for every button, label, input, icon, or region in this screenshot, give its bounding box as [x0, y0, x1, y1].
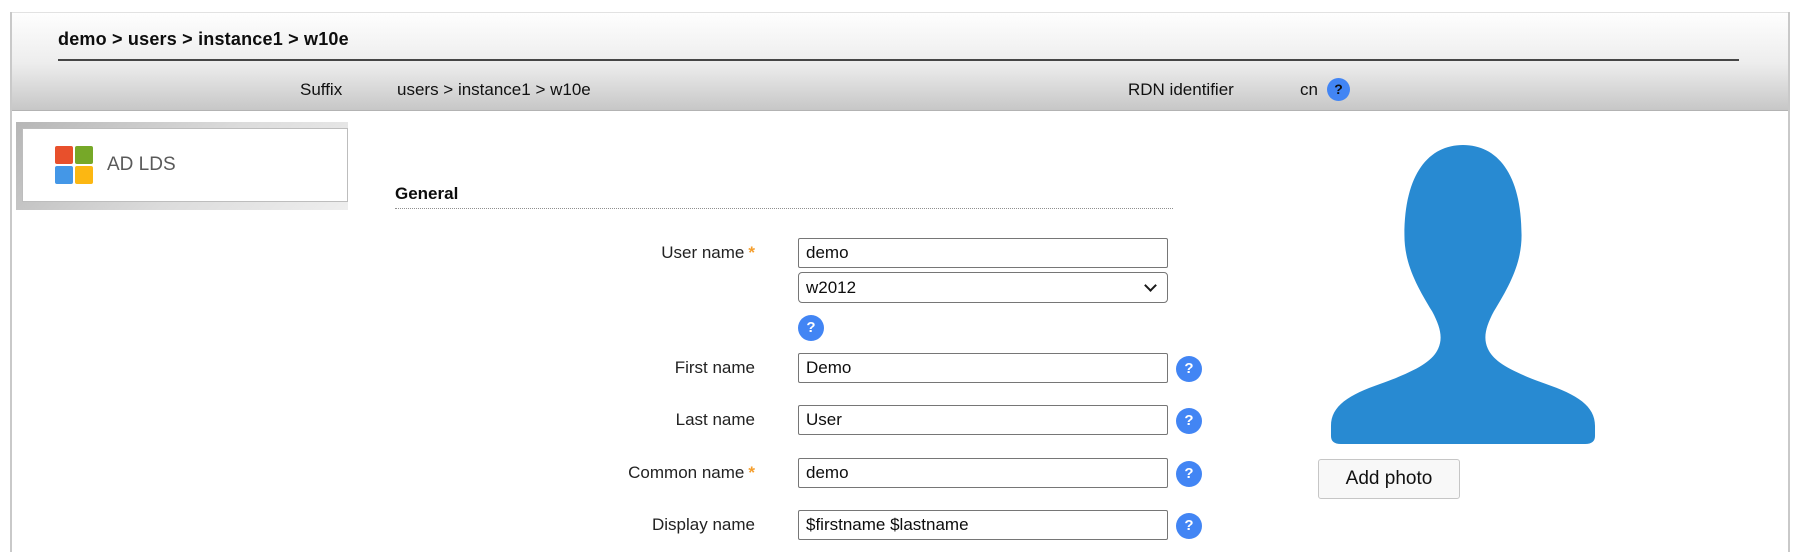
- user-name-input[interactable]: [798, 238, 1168, 268]
- header: demo > users > instance1 > w10e Suffix u…: [12, 12, 1788, 111]
- required-marker: *: [748, 243, 755, 262]
- last-name-label: Last name: [395, 405, 755, 435]
- header-meta-row: Suffix users > instance1 > w10e RDN iden…: [12, 77, 1788, 107]
- breadcrumb: demo > users > instance1 > w10e: [58, 29, 349, 50]
- required-marker: *: [748, 463, 755, 482]
- last-name-input[interactable]: [798, 405, 1168, 435]
- user-name-help-icon[interactable]: ?: [798, 315, 824, 341]
- user-name-label: User name*: [395, 238, 755, 268]
- first-name-help-icon[interactable]: ?: [1176, 356, 1202, 382]
- page: demo > users > instance1 > w10e Suffix u…: [0, 0, 1800, 552]
- header-divider: [58, 59, 1739, 61]
- common-name-label: Common name*: [395, 458, 755, 488]
- content-frame: demo > users > instance1 > w10e Suffix u…: [10, 12, 1790, 552]
- tab-ad-lds[interactable]: AD LDS: [22, 128, 348, 202]
- display-name-input[interactable]: [798, 510, 1168, 540]
- suffix-value: users > instance1 > w10e: [397, 77, 591, 103]
- sidebar: AD LDS: [16, 122, 348, 210]
- display-name-help-icon[interactable]: ?: [1176, 513, 1202, 539]
- rdn-help-icon[interactable]: ?: [1327, 78, 1350, 101]
- display-name-label: Display name: [395, 510, 755, 540]
- username-suffix-select[interactable]: w2012: [798, 272, 1168, 303]
- tab-label: AD LDS: [107, 154, 176, 176]
- common-name-help-icon[interactable]: ?: [1176, 461, 1202, 487]
- rdn-identifier-value: cn: [1300, 77, 1318, 103]
- section-divider: [395, 208, 1173, 209]
- first-name-input[interactable]: [798, 353, 1168, 383]
- rdn-identifier-label: RDN identifier: [1128, 77, 1234, 103]
- username-suffix-select-control[interactable]: w2012: [798, 272, 1168, 303]
- add-photo-button[interactable]: Add photo: [1318, 459, 1460, 499]
- common-name-input[interactable]: [798, 458, 1168, 488]
- microsoft-logo-icon: [55, 146, 93, 184]
- suffix-label: Suffix: [300, 77, 342, 103]
- last-name-help-icon[interactable]: ?: [1176, 408, 1202, 434]
- section-title-general: General: [395, 184, 458, 204]
- person-silhouette-icon: [1329, 143, 1597, 444]
- first-name-label: First name: [395, 353, 755, 383]
